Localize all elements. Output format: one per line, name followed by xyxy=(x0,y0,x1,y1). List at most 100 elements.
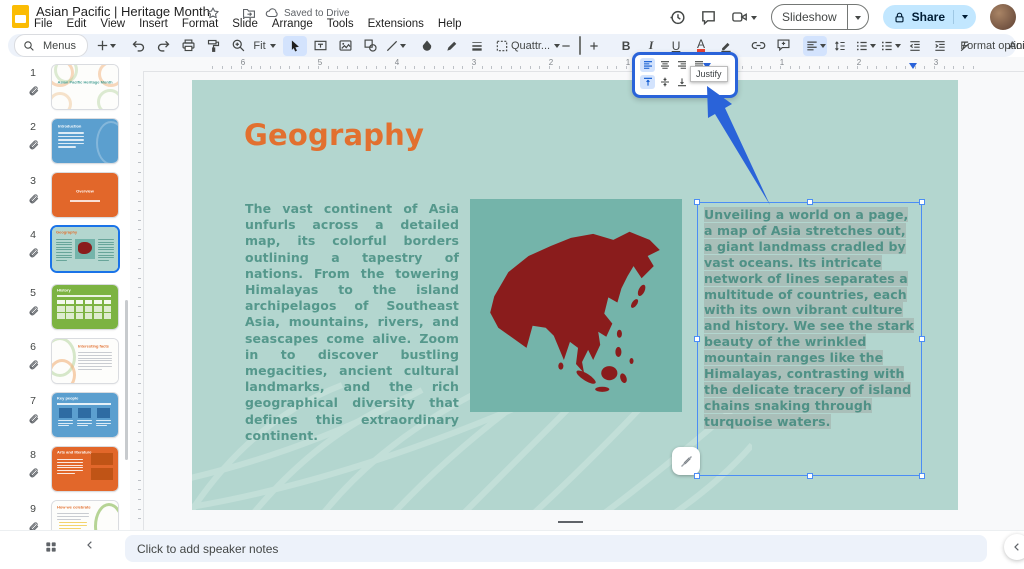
align-middle-button[interactable] xyxy=(657,75,672,89)
menu-tools[interactable]: Tools xyxy=(327,18,354,30)
menu-view[interactable]: View xyxy=(100,18,125,30)
selection-handle[interactable] xyxy=(807,199,813,205)
menu-extensions[interactable]: Extensions xyxy=(368,18,424,30)
insert-line-button[interactable] xyxy=(383,36,407,56)
selection-handle[interactable] xyxy=(694,199,700,205)
new-slide-button[interactable] xyxy=(94,36,118,56)
selection-handle[interactable] xyxy=(919,473,925,479)
vertical-ruler[interactable] xyxy=(130,71,144,530)
line-spacing-button[interactable] xyxy=(828,36,852,56)
menu-format[interactable]: Format xyxy=(182,18,218,30)
slide-thumbnail[interactable]: How we celebrate xyxy=(52,501,118,530)
paperclip-icon[interactable] xyxy=(28,193,39,204)
print-button[interactable] xyxy=(176,36,200,56)
menu-slide[interactable]: Slide xyxy=(232,18,258,30)
document-title[interactable]: Asian Pacific | Heritage Month xyxy=(36,4,210,19)
font-size-input[interactable] xyxy=(579,36,581,55)
paperclip-icon[interactable] xyxy=(28,139,39,150)
menu-arrange[interactable]: Arrange xyxy=(272,18,313,30)
align-top-button[interactable] xyxy=(640,75,655,89)
decrease-indent-button[interactable] xyxy=(903,36,927,56)
horizontal-ruler[interactable]: 6543210123 xyxy=(130,57,1024,72)
search-menus-button[interactable]: Menus xyxy=(14,34,88,57)
paperclip-icon[interactable] xyxy=(28,247,39,258)
ruler-indent-marker[interactable] xyxy=(909,63,917,73)
increase-indent-button[interactable] xyxy=(928,36,952,56)
paperclip-icon[interactable] xyxy=(28,305,39,316)
selection-handle[interactable] xyxy=(919,336,925,342)
align-right-button[interactable] xyxy=(674,58,689,72)
menu-insert[interactable]: Insert xyxy=(139,18,168,30)
align-center-button[interactable] xyxy=(657,58,672,72)
slide-thumbnail[interactable]: Arts and literature xyxy=(52,447,118,491)
undo-button[interactable] xyxy=(126,36,150,56)
paperclip-icon[interactable] xyxy=(28,359,39,370)
bulleted-list-button[interactable] xyxy=(853,36,877,56)
paperclip-icon[interactable] xyxy=(28,85,39,96)
paperclip-icon[interactable] xyxy=(28,467,39,478)
paperclip-icon[interactable] xyxy=(28,413,39,424)
selected-text[interactable]: Unveiling a world on a page, a map of As… xyxy=(704,207,916,430)
zoom-button[interactable] xyxy=(226,36,250,56)
selection-handle[interactable] xyxy=(694,336,700,342)
paperclip-icon[interactable] xyxy=(28,521,39,530)
slides-app-icon[interactable] xyxy=(12,5,29,28)
filmstrip-scrollbar[interactable] xyxy=(125,300,128,460)
slide-number: 4 xyxy=(26,229,40,241)
decrease-font-size-button[interactable] xyxy=(554,36,578,56)
numbered-list-button[interactable] xyxy=(878,36,902,56)
slide-title[interactable]: Geography xyxy=(244,118,424,152)
avatar[interactable] xyxy=(990,4,1016,30)
menu-help[interactable]: Help xyxy=(438,18,462,30)
align-left-button[interactable] xyxy=(640,58,655,72)
version-history-icon[interactable] xyxy=(669,9,686,26)
fit-zoom-select[interactable]: Fit xyxy=(251,36,275,56)
collapse-filmstrip-icon[interactable] xyxy=(84,539,96,551)
comments-icon[interactable] xyxy=(700,9,717,26)
collapse-side-panel-button[interactable] xyxy=(1004,534,1024,560)
grid-view-icon[interactable] xyxy=(44,540,58,554)
slide-thumbnail[interactable]: Overview xyxy=(52,173,118,217)
slide-canvas[interactable]: Geography The vast continent of Asia unf… xyxy=(192,80,958,510)
left-text-box[interactable]: The vast continent of Asia unfurls acros… xyxy=(245,201,459,444)
add-comment-button[interactable] xyxy=(771,36,795,56)
slide-thumbnail[interactable]: Interesting facts xyxy=(52,339,118,383)
right-text-box-selected[interactable]: Unveiling a world on a page, a map of As… xyxy=(697,202,922,476)
selection-handle[interactable] xyxy=(919,199,925,205)
slide-number: 3 xyxy=(26,175,40,187)
asia-map-image[interactable] xyxy=(470,199,682,412)
share-button[interactable]: Share xyxy=(883,5,976,29)
font-family-select[interactable]: Quattr... xyxy=(522,36,546,56)
meet-call-button[interactable] xyxy=(731,9,757,25)
paint-format-button[interactable] xyxy=(201,36,225,56)
menu-file[interactable]: File xyxy=(34,18,53,30)
align-bottom-button[interactable] xyxy=(674,75,689,89)
insert-image-button[interactable] xyxy=(333,36,357,56)
speaker-notes-input[interactable]: Click to add speaker notes xyxy=(125,535,987,562)
menu-edit[interactable]: Edit xyxy=(67,18,87,30)
text-box-tool[interactable] xyxy=(308,36,332,56)
insert-link-button[interactable] xyxy=(746,36,770,56)
filmstrip-resize-handle[interactable] xyxy=(558,521,583,523)
slide-thumbnail[interactable]: Key people xyxy=(52,393,118,437)
selection-handle[interactable] xyxy=(694,473,700,479)
align-button[interactable] xyxy=(803,36,827,56)
insert-shape-button[interactable] xyxy=(358,36,382,56)
border-weight-button[interactable] xyxy=(465,36,489,56)
select-tool[interactable] xyxy=(283,36,307,56)
animate-button[interactable]: Animate xyxy=(1017,36,1024,56)
border-color-button[interactable] xyxy=(440,36,464,56)
slide-thumbnail[interactable]: History xyxy=(52,285,118,329)
redo-button[interactable] xyxy=(151,36,175,56)
slide-thumbnail[interactable]: Asian Pacific Heritage Month xyxy=(52,65,118,109)
fill-color-button[interactable] xyxy=(415,36,439,56)
increase-font-size-button[interactable] xyxy=(582,36,606,56)
selection-handle[interactable] xyxy=(807,473,813,479)
slideshow-dropdown[interactable] xyxy=(847,5,868,29)
pen-disabled-button[interactable] xyxy=(672,447,700,475)
slide-thumbnail[interactable]: Geography xyxy=(52,227,118,271)
slideshow-button[interactable]: Slideshow xyxy=(771,4,869,30)
slide-filmstrip: 1 Asian Pacific Heritage Month 2 Introdu… xyxy=(0,57,130,530)
share-dropdown[interactable] xyxy=(953,10,976,24)
slide-thumbnail[interactable]: Introduction xyxy=(52,119,118,163)
